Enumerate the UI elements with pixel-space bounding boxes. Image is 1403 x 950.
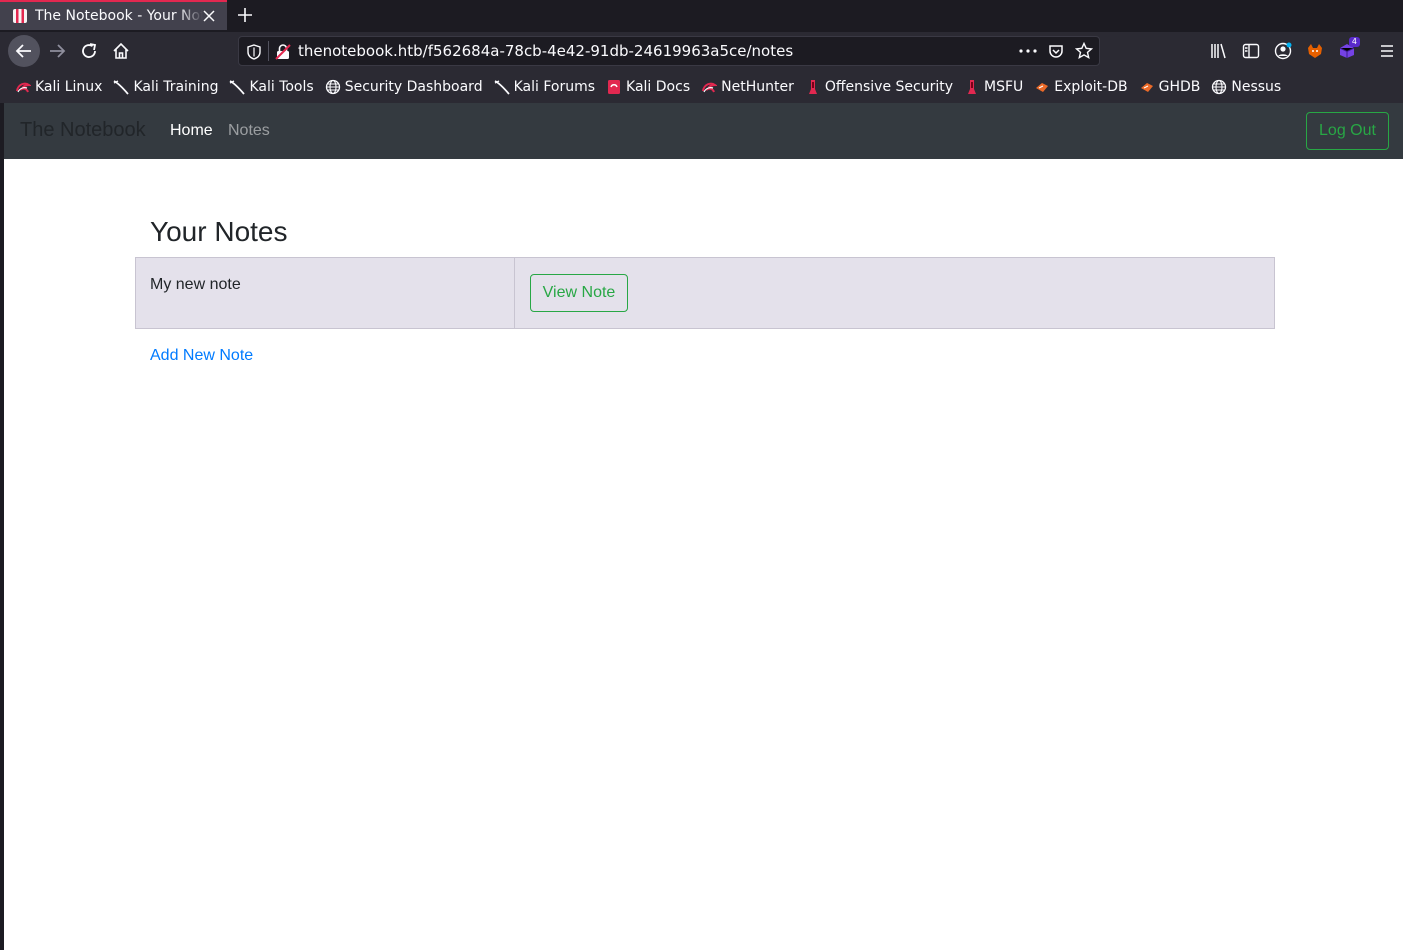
bookmark-label: Kali Linux — [35, 78, 103, 95]
bookmark-msfu[interactable]: MSFU — [964, 75, 1023, 99]
bookmark-label: Security Dashboard — [344, 78, 483, 95]
offsec-icon — [805, 79, 821, 95]
kali-tool-icon — [229, 79, 246, 95]
bookmark-label: Exploit-DB — [1054, 78, 1128, 95]
bookmark-label: Kali Forums — [513, 78, 596, 95]
bookmark-label: Offensive Security — [824, 78, 954, 95]
add-new-note-link[interactable]: Add New Note — [150, 347, 253, 365]
tracking-shield-icon[interactable] — [245, 43, 263, 61]
url-text[interactable]: thenotebook.htb/f562684a-78cb-4e42-91db-… — [298, 42, 793, 60]
insecure-lock-icon[interactable] — [274, 43, 292, 61]
bookmark-kali-forums[interactable]: Kali Forums — [494, 75, 595, 99]
page-actions-icon[interactable] — [1019, 41, 1037, 61]
site-navbar: The Notebook Home Notes Log Out — [4, 103, 1403, 159]
bookmark-offensive-security[interactable]: Offensive Security — [805, 75, 953, 99]
bookmark-label: MSFU — [984, 78, 1024, 95]
logout-button[interactable]: Log Out — [1306, 112, 1389, 150]
browser-tab-active[interactable]: The Notebook - Your Notes — [0, 0, 227, 30]
new-tab-icon[interactable] — [233, 3, 257, 27]
sidebar-icon[interactable] — [1235, 35, 1267, 67]
bookmark-kali-tools[interactable]: Kali Tools — [229, 75, 314, 99]
note-action-cell: View Note — [515, 258, 1274, 328]
tab-strip: The Notebook - Your Notes — [0, 0, 1403, 32]
table-row: My new note View Note — [135, 257, 1275, 329]
view-note-button[interactable]: View Note — [530, 274, 628, 312]
bookmark-label: NetHunter — [721, 78, 794, 95]
forward-arrow-icon[interactable] — [41, 35, 73, 67]
nav-link-home[interactable]: Home — [170, 122, 213, 140]
back-arrow-icon[interactable] — [8, 35, 40, 67]
page-viewport: The Notebook Home Notes Log Out Your Not… — [4, 103, 1403, 950]
close-tab-icon[interactable] — [199, 6, 219, 26]
globe-icon — [325, 79, 341, 95]
note-title: My new note — [136, 258, 515, 328]
browser-toolbar: thenotebook.htb/f562684a-78cb-4e42-91db-… — [0, 32, 1403, 70]
bookmark-label: Kali Docs — [626, 78, 691, 95]
bookmark-star-icon[interactable] — [1075, 41, 1093, 61]
kali-docs-icon — [606, 79, 622, 95]
extension-badge: 4 — [1348, 37, 1360, 47]
nav-link-notes[interactable]: Notes — [228, 122, 270, 140]
exploitdb-icon — [1139, 79, 1155, 95]
bookmark-kali-linux[interactable]: Kali Linux — [15, 75, 102, 99]
bookmarks-bar: Kali Linux Kali Training Kali Tools Securit… — [0, 70, 1403, 103]
kali-dragon-icon — [15, 79, 31, 95]
tab-title: The Notebook - Your Notes — [35, 8, 203, 24]
pocket-icon[interactable] — [1047, 41, 1065, 61]
bookmark-label: Kali Tools — [249, 78, 314, 95]
site-brand[interactable]: The Notebook — [20, 119, 146, 142]
kali-tool-icon — [113, 79, 130, 95]
offsec-icon — [964, 79, 980, 95]
kali-dragon-icon — [701, 79, 718, 95]
bookmark-ghdb[interactable]: GHDB — [1139, 75, 1201, 99]
url-separator — [268, 41, 269, 61]
bookmark-nethunter[interactable]: NetHunter — [701, 75, 794, 99]
exploitdb-icon — [1034, 79, 1050, 95]
bookmark-nessus[interactable]: Nessus — [1211, 75, 1281, 99]
account-icon[interactable] — [1267, 35, 1299, 67]
menu-hamburger-icon[interactable] — [1371, 35, 1403, 67]
bookmark-kali-docs[interactable]: Kali Docs — [606, 75, 690, 99]
notebook-favicon-icon — [12, 8, 28, 24]
reload-icon[interactable] — [73, 35, 105, 67]
bookmark-security-dashboard[interactable]: Security Dashboard — [325, 75, 483, 99]
extension-cube-icon[interactable]: 4 — [1331, 35, 1363, 67]
home-icon[interactable] — [105, 35, 137, 67]
bookmark-kali-training[interactable]: Kali Training — [113, 75, 218, 99]
url-bar[interactable]: thenotebook.htb/f562684a-78cb-4e42-91db-… — [238, 36, 1100, 66]
globe-icon — [1211, 79, 1227, 95]
bookmark-label: Kali Training — [133, 78, 219, 95]
bookmark-label: Nessus — [1231, 78, 1282, 95]
bookmark-label: GHDB — [1158, 78, 1201, 95]
kali-tool-icon — [494, 79, 510, 95]
page-title: Your Notes — [150, 216, 288, 247]
bookmark-exploit-db[interactable]: Exploit-DB — [1034, 75, 1128, 99]
library-icon[interactable] — [1203, 35, 1235, 67]
foxyproxy-extension-icon[interactable] — [1299, 35, 1331, 67]
